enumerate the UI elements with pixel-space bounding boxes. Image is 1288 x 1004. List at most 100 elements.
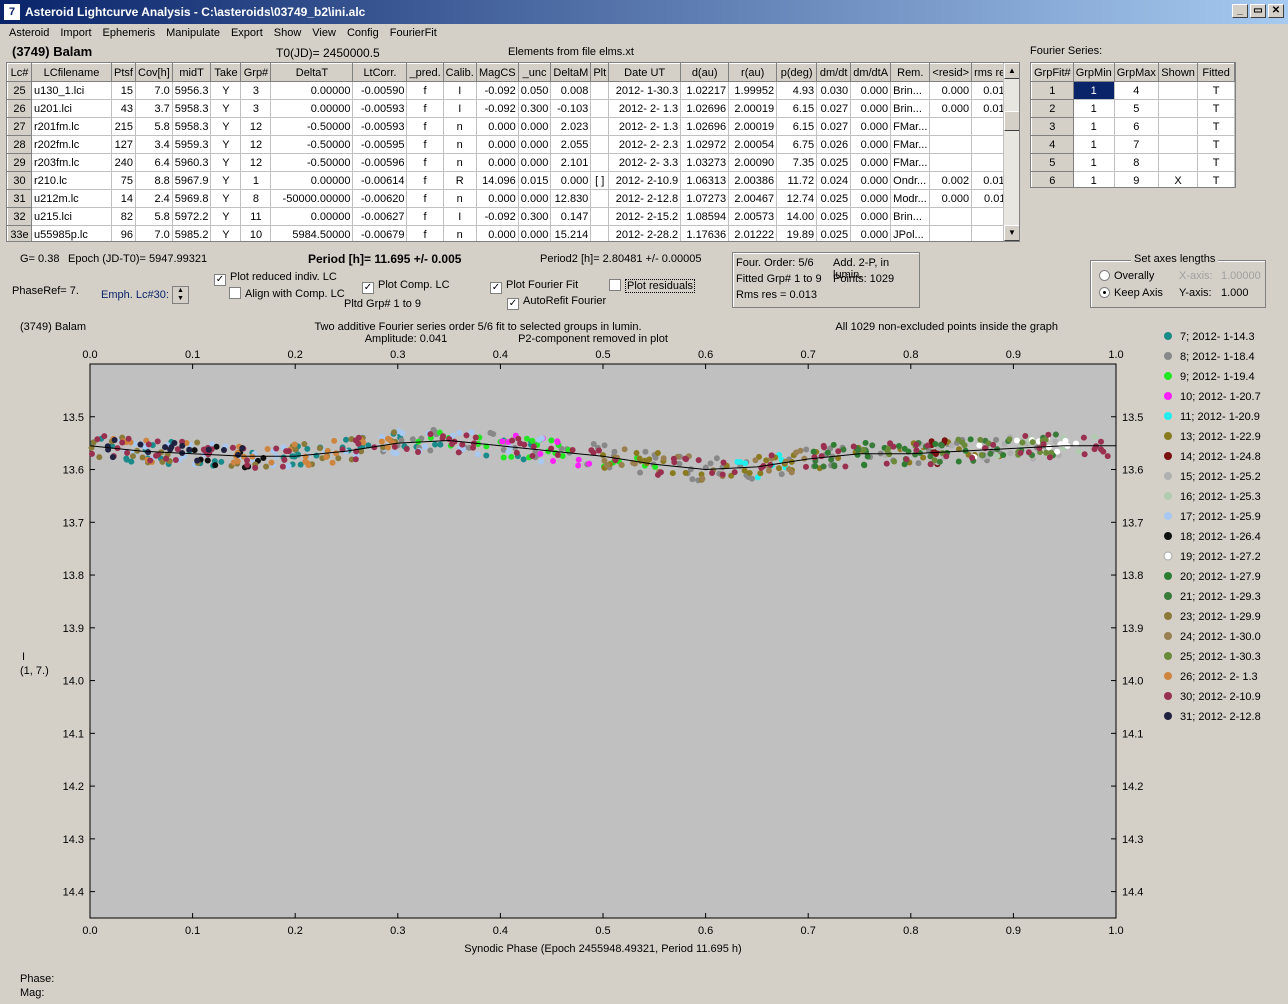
table-cell[interactable]: 2.00467	[728, 189, 778, 208]
table-cell[interactable]: -0.00627	[352, 207, 408, 226]
table-cell[interactable]: r202fm.lc	[31, 135, 112, 154]
table-cell[interactable]: 0.300	[517, 207, 552, 226]
table-cell[interactable]: -50000.00000	[270, 189, 354, 208]
lc-column-header[interactable]: Calib.	[442, 63, 477, 82]
fourier-row[interactable]: 518 T	[1031, 153, 1235, 172]
table-cell[interactable]: 215	[111, 117, 136, 136]
table-cell[interactable]: 11.72	[776, 171, 818, 190]
table-cell[interactable]: 1.03273	[680, 153, 730, 172]
lc-column-header[interactable]: dm/dt	[816, 63, 852, 82]
table-cell[interactable]: -0.092	[475, 99, 519, 118]
lc-column-header[interactable]: Grp#	[240, 63, 272, 82]
table-cell[interactable]: 5956.3	[171, 81, 212, 100]
table-cell[interactable]: 0.026	[816, 135, 852, 154]
table-cell[interactable]: r203fm.lc	[31, 153, 112, 172]
table-cell[interactable]: f	[406, 225, 444, 241]
table-cell[interactable]: Brin...	[890, 99, 931, 118]
table-cell[interactable]: Y	[210, 135, 242, 154]
table-cell[interactable]: FMar...	[890, 153, 931, 172]
fourier-cell[interactable]: 1	[1072, 135, 1115, 154]
table-cell[interactable]: f	[406, 99, 444, 118]
table-cell[interactable]: 240	[111, 153, 136, 172]
table-cell[interactable]	[590, 117, 610, 136]
fourier-column-header[interactable]: GrpFit#	[1031, 63, 1074, 82]
table-cell[interactable]: 0.000	[929, 81, 973, 100]
table-cell[interactable]: 0.000	[850, 189, 892, 208]
table-cell[interactable]: 3.4	[135, 135, 173, 154]
plot-resid-checkbox[interactable]: Plot residuals	[609, 279, 696, 293]
table-cell[interactable]: 12	[240, 117, 272, 136]
table-cell[interactable]: 6.15	[776, 99, 818, 118]
table-cell[interactable]: 2012- 2- 1.3	[608, 99, 682, 118]
lc-column-header[interactable]: <resid>	[929, 63, 973, 82]
table-cell[interactable]: 0.025	[816, 207, 852, 226]
table-scrollbar[interactable]: ▲ ▼	[1003, 63, 1019, 241]
table-cell[interactable]: 33e	[7, 225, 32, 241]
table-cell[interactable]: 2.4	[135, 189, 173, 208]
lc-column-header[interactable]: LCfilename	[31, 63, 112, 82]
table-cell[interactable]: 5969.8	[171, 189, 212, 208]
table-cell[interactable]: FMar...	[890, 135, 931, 154]
scroll-down-button[interactable]: ▼	[1004, 225, 1019, 241]
lc-column-header[interactable]: DeltaT	[270, 63, 354, 82]
table-row[interactable]: 25 u130_1.lci 15 7.0 5956.3 Y 3 0.00000 -0.00590…	[7, 81, 1014, 100]
align-comp-checkbox[interactable]: Align with Comp. LC	[229, 287, 345, 300]
table-cell[interactable]: 2012- 2- 2.3	[608, 135, 682, 154]
table-cell[interactable]: 5959.3	[171, 135, 212, 154]
lightcurve-table[interactable]: Lc# LCfilename Ptsf Cov[h] midT Take Grp# Delta…	[6, 62, 1020, 242]
table-cell[interactable]: 12.74	[776, 189, 818, 208]
table-cell[interactable]: 96	[111, 225, 136, 241]
table-cell[interactable]: 2.055	[550, 135, 592, 154]
table-cell[interactable]: -0.50000	[270, 135, 354, 154]
table-cell[interactable]: u130_1.lci	[31, 81, 112, 100]
table-cell[interactable]: 0.015	[517, 171, 552, 190]
fourier-cell[interactable]	[1157, 81, 1199, 100]
table-cell[interactable]: 3.7	[135, 99, 173, 118]
keep-axis-radio[interactable]: Keep Axis	[1099, 287, 1163, 299]
lc-column-header[interactable]: Cov[h]	[135, 63, 173, 82]
table-cell[interactable]	[590, 99, 610, 118]
fourier-cell[interactable]: T	[1197, 135, 1235, 154]
table-cell[interactable]: 2.00019	[728, 117, 778, 136]
table-cell[interactable]: Y	[210, 117, 242, 136]
menu-asteroid[interactable]: Asteroid	[9, 27, 49, 39]
table-cell[interactable]: 2.00054	[728, 135, 778, 154]
table-cell[interactable]	[929, 135, 973, 154]
fourier-cell[interactable]: 1	[1031, 81, 1074, 100]
table-cell[interactable]: 12	[240, 153, 272, 172]
menu-show[interactable]: Show	[274, 27, 302, 39]
table-cell[interactable]: 7.0	[135, 81, 173, 100]
table-cell[interactable]: 1.07273	[680, 189, 730, 208]
lc-column-header[interactable]: _pred.	[406, 63, 444, 82]
table-cell[interactable]: u201.lci	[31, 99, 112, 118]
table-cell[interactable]: 7.35	[776, 153, 818, 172]
fourier-cell[interactable]: 6	[1113, 117, 1159, 136]
fourier-cell[interactable]: 9	[1113, 171, 1159, 187]
table-cell[interactable]: 0.00000	[270, 99, 354, 118]
table-cell[interactable]: -0.00620	[352, 189, 408, 208]
table-cell[interactable]: 2012- 2-15.2	[608, 207, 682, 226]
table-cell[interactable]: 0.000	[929, 189, 973, 208]
scroll-thumb[interactable]	[1004, 111, 1019, 131]
table-cell[interactable]: 11	[240, 207, 272, 226]
menu-export[interactable]: Export	[231, 27, 263, 39]
fourier-cell[interactable]	[1157, 153, 1199, 172]
table-cell[interactable]: 0.000	[850, 171, 892, 190]
fourier-row[interactable]: 114T	[1031, 81, 1235, 100]
yaxis-value[interactable]: 1.000	[1221, 287, 1249, 299]
table-cell[interactable]: 3	[240, 99, 272, 118]
table-cell[interactable]: 0.000	[850, 207, 892, 226]
fourier-cell[interactable]: 1	[1072, 81, 1115, 100]
table-cell[interactable]: u212m.lc	[31, 189, 112, 208]
fourier-cell[interactable]: T	[1197, 153, 1235, 172]
table-cell[interactable]: 0.050	[517, 81, 552, 100]
fourier-column-header[interactable]: Fitted	[1197, 63, 1235, 82]
restore-button[interactable]: ▭	[1250, 4, 1266, 18]
table-cell[interactable]: 0.000	[850, 99, 892, 118]
table-cell[interactable]: 5985.2	[171, 225, 212, 241]
table-cell[interactable]: Y	[210, 225, 242, 241]
table-cell[interactable]: 5958.3	[171, 117, 212, 136]
table-cell[interactable]: FMar...	[890, 117, 931, 136]
table-cell[interactable]: -0.50000	[270, 117, 354, 136]
plot-fourier-checkbox[interactable]: ✓ Plot Fourier Fit	[490, 279, 578, 294]
